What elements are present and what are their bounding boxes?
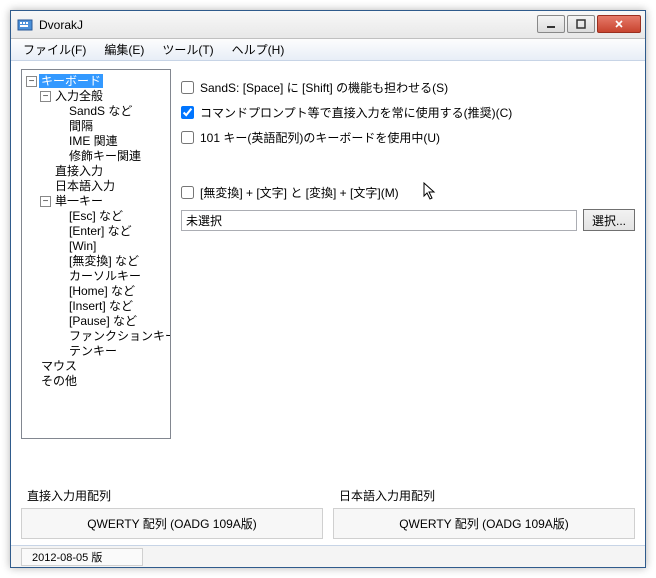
collapse-icon[interactable]: − [26,76,37,87]
jp-layout-value[interactable]: QWERTY 配列 (OADG 109A版) [333,508,635,539]
tree-jp-input[interactable]: 日本語入力 [40,179,168,194]
muhenkan-combo-label: [無変換] + [文字] と [変換] + [文字](M) [200,184,399,201]
cmd-label: コマンドプロンプト等で直接入力を常に使用する(推奨)(C) [200,104,512,121]
menu-tool[interactable]: ツール(T) [154,39,221,60]
cmd-checkbox[interactable] [181,106,194,119]
muhenkan-combo-checkbox[interactable] [181,186,194,199]
menu-edit[interactable]: 編集(E) [96,39,152,60]
direct-layout-value[interactable]: QWERTY 配列 (OADG 109A版) [21,508,323,539]
tree-direct-input[interactable]: 直接入力 [40,164,168,179]
tree-esc[interactable]: [Esc] など [54,209,168,224]
tree-enter[interactable]: [Enter] など [54,224,168,239]
tree-pause[interactable]: [Pause] など [54,314,168,329]
us101-label: 101 キー(英語配列)のキーボードを使用中(U) [200,129,440,146]
options-panel: SandS: [Space] に [Shift] の機能も担わせる(S) コマン… [181,69,635,477]
close-button[interactable] [597,15,641,33]
cursor-arrow-icon [423,182,437,202]
app-window: DvorakJ ファイル(F) 編集(E) ツール(T) ヘルプ(H) −キーボ… [10,10,646,568]
window-controls [535,15,641,35]
us101-checkbox[interactable] [181,131,194,144]
statusbar: 2012-08-05 版 [11,545,645,567]
collapse-icon[interactable]: − [40,91,51,102]
tree-insert[interactable]: [Insert] など [54,299,168,314]
browse-button[interactable]: 選択... [583,209,635,231]
tree-sands[interactable]: SandS など [54,104,168,119]
jp-layout-label: 日本語入力用配列 [333,485,635,506]
cmd-option: コマンドプロンプト等で直接入力を常に使用する(推奨)(C) [181,104,635,121]
main-row: −キーボード −入力全般 SandS など 間隔 IME 関連 修飾キー関連 [21,69,635,477]
tree-ime[interactable]: IME 関連 [54,134,168,149]
tree-modkey[interactable]: 修飾キー関連 [54,149,168,164]
layout-row: 直接入力用配列 QWERTY 配列 (OADG 109A版) 日本語入力用配列 … [21,485,635,539]
tree-input-general[interactable]: −入力全般 SandS など 間隔 IME 関連 修飾キー関連 [40,89,168,164]
sands-label: SandS: [Space] に [Shift] の機能も担わせる(S) [200,79,448,96]
tree-function[interactable]: ファンクションキー [54,329,168,344]
tree-label-keyboard: キーボード [39,74,103,88]
status-version: 2012-08-05 版 [21,548,143,566]
maximize-button[interactable] [567,15,595,33]
sands-option: SandS: [Space] に [Shift] の機能も担わせる(S) [181,79,635,96]
tree-tenkey[interactable]: テンキー [54,344,168,359]
menu-file[interactable]: ファイル(F) [15,39,94,60]
menu-help[interactable]: ヘルプ(H) [224,39,293,60]
tree-home[interactable]: [Home] など [54,284,168,299]
sands-checkbox[interactable] [181,81,194,94]
settings-tree: −キーボード −入力全般 SandS など 間隔 IME 関連 修飾キー関連 [24,74,168,389]
direct-layout-group: 直接入力用配列 QWERTY 配列 (OADG 109A版) [21,485,323,539]
us101-option: 101 キー(英語配列)のキーボードを使用中(U) [181,129,635,146]
minimize-button[interactable] [537,15,565,33]
tree-other[interactable]: その他 [26,374,168,389]
tree-panel[interactable]: −キーボード −入力全般 SandS など 間隔 IME 関連 修飾キー関連 [21,69,171,439]
tree-keyboard[interactable]: −キーボード −入力全般 SandS など 間隔 IME 関連 修飾キー関連 [26,74,168,359]
jp-layout-group: 日本語入力用配列 QWERTY 配列 (OADG 109A版) [333,485,635,539]
muhenkan-combo-option: [無変換] + [文字] と [変換] + [文字](M) [181,184,635,201]
titlebar[interactable]: DvorakJ [11,11,645,39]
tree-mouse[interactable]: マウス [26,359,168,374]
combo-row: 選択... [181,209,635,231]
tree-cursor[interactable]: カーソルキー [54,269,168,284]
window-title: DvorakJ [39,18,535,32]
client-area: −キーボード −入力全般 SandS など 間隔 IME 関連 修飾キー関連 [11,61,645,545]
combo-input[interactable] [181,210,577,231]
direct-layout-label: 直接入力用配列 [21,485,323,506]
menubar: ファイル(F) 編集(E) ツール(T) ヘルプ(H) [11,39,645,61]
tree-interval[interactable]: 間隔 [54,119,168,134]
tree-single-key[interactable]: −単一キー [Esc] など [Enter] など [Win] [無変換] など… [40,194,168,359]
tree-muhenkan[interactable]: [無変換] など [54,254,168,269]
app-icon [17,17,33,33]
tree-win[interactable]: [Win] [54,239,168,254]
collapse-icon[interactable]: − [40,196,51,207]
